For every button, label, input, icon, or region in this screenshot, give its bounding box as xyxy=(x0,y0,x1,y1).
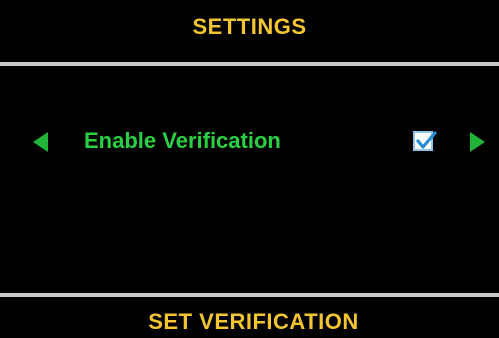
footer: SET VERIFICATION xyxy=(0,297,499,338)
arrow-right-icon[interactable] xyxy=(470,132,485,152)
checkmark-icon xyxy=(416,131,437,149)
enable-verification-checkbox[interactable] xyxy=(413,131,437,151)
option-row-enable-verification[interactable]: Enable Verification xyxy=(0,118,499,166)
option-label: Enable Verification xyxy=(84,128,281,153)
header: SETTINGS xyxy=(0,0,499,62)
arrow-left-icon[interactable] xyxy=(33,132,48,152)
page-title: SETTINGS xyxy=(192,14,307,39)
settings-screen: SETTINGS Enable Verification SET VERIFIC… xyxy=(0,0,499,338)
footer-title: SET VERIFICATION xyxy=(148,308,359,334)
top-divider xyxy=(0,62,499,66)
